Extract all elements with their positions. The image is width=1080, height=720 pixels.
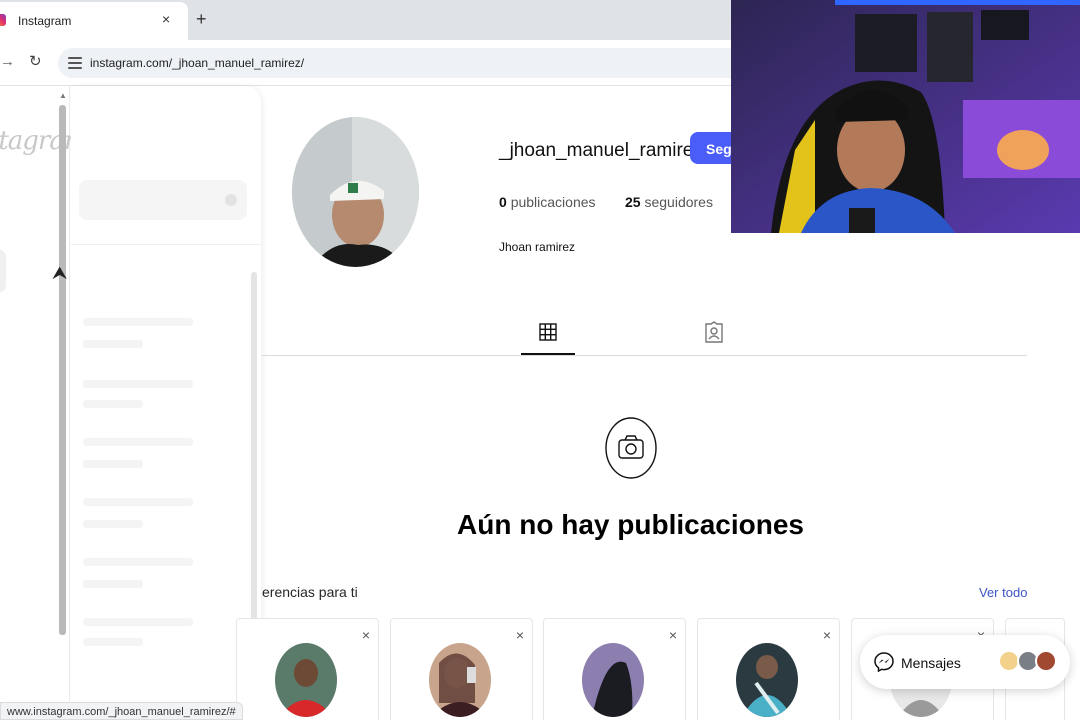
scroll-up-arrow-icon[interactable]: ▲ (59, 91, 67, 100)
messages-button[interactable]: Mensajes (860, 635, 1070, 689)
dismiss-icon[interactable]: × (823, 627, 831, 643)
tab-title: Instagram (18, 14, 72, 28)
posts-stat: 0 publicaciones (499, 194, 596, 210)
new-tab-button[interactable]: + (196, 9, 207, 30)
see-all-link[interactable]: Ver todo (979, 585, 1027, 600)
followers-label: seguidores (644, 194, 713, 210)
drawer-scrollbar[interactable] (251, 272, 257, 652)
drawer-divider (71, 244, 261, 245)
posts-count: 0 (499, 194, 507, 210)
camera-icon (604, 416, 658, 480)
suggestion-avatar[interactable] (736, 643, 798, 717)
dismiss-icon[interactable]: × (516, 627, 524, 643)
suggestion-card[interactable]: × (390, 618, 533, 720)
url-text: instagram.com/_jhoan_manuel_ramirez/ (90, 56, 305, 70)
webcam-overlay (731, 0, 1080, 233)
followers-stat[interactable]: 25 seguidores (625, 194, 713, 210)
list-item[interactable] (83, 380, 193, 388)
suggestion-card[interactable]: × (697, 618, 840, 720)
list-item (83, 400, 143, 408)
search-drawer (71, 86, 261, 720)
forward-arrow-icon[interactable]: → (0, 53, 15, 70)
tabs-divider (262, 355, 1027, 356)
followers-count: 25 (625, 194, 641, 210)
list-item[interactable] (83, 438, 193, 446)
message-avatar (1035, 650, 1057, 672)
clear-search-icon[interactable] (225, 194, 237, 206)
suggestion-avatar[interactable] (429, 643, 491, 717)
list-item (83, 460, 143, 468)
profile-full-name: Jhoan ramirez (499, 240, 576, 254)
site-info-icon[interactable] (68, 54, 82, 70)
list-item[interactable] (83, 618, 193, 626)
dismiss-icon[interactable]: × (669, 627, 677, 643)
dismiss-icon[interactable]: × (362, 627, 370, 643)
page-scrollbar[interactable] (59, 105, 66, 635)
suggestion-card[interactable]: × (543, 618, 686, 720)
active-tab-indicator (521, 353, 575, 355)
tab-close-icon[interactable]: × (162, 11, 170, 27)
sidebar-selected-item[interactable] (0, 249, 6, 293)
list-item[interactable] (83, 558, 193, 566)
address-bar[interactable]: instagram.com/_jhoan_manuel_ramirez/ (58, 48, 778, 78)
suggestion-avatar[interactable] (275, 643, 337, 717)
suggestions-title: erencias para ti (262, 584, 358, 600)
list-item[interactable] (83, 318, 193, 326)
messages-label: Mensajes (901, 655, 961, 671)
browser-tab[interactable]: Instagram × (0, 2, 188, 40)
status-bar-url: www.instagram.com/_jhoan_manuel_ramirez/… (0, 702, 243, 720)
screen: Instagram × + → ↻ instagram.com/_jhoan_m… (0, 0, 1080, 720)
profile-avatar[interactable] (292, 117, 419, 267)
list-item (83, 638, 143, 646)
profile-username: _jhoan_manuel_ramirez (499, 140, 703, 161)
suggestion-card[interactable]: × (236, 618, 379, 720)
reload-icon[interactable]: ↻ (29, 52, 42, 70)
list-item (83, 580, 143, 588)
messenger-icon (874, 652, 894, 677)
empty-state-title: Aún no hay publicaciones (457, 509, 804, 540)
list-item (83, 520, 143, 528)
posts-label: publicaciones (510, 194, 596, 210)
instagram-favicon-icon (0, 14, 6, 26)
list-item[interactable] (83, 498, 193, 506)
mouse-cursor-icon: ⮝ (52, 263, 68, 283)
search-input[interactable] (79, 180, 247, 220)
list-item (83, 340, 143, 348)
grid-icon[interactable] (539, 323, 557, 346)
tagged-user-icon[interactable] (704, 321, 724, 348)
suggestion-avatar[interactable] (582, 643, 644, 717)
